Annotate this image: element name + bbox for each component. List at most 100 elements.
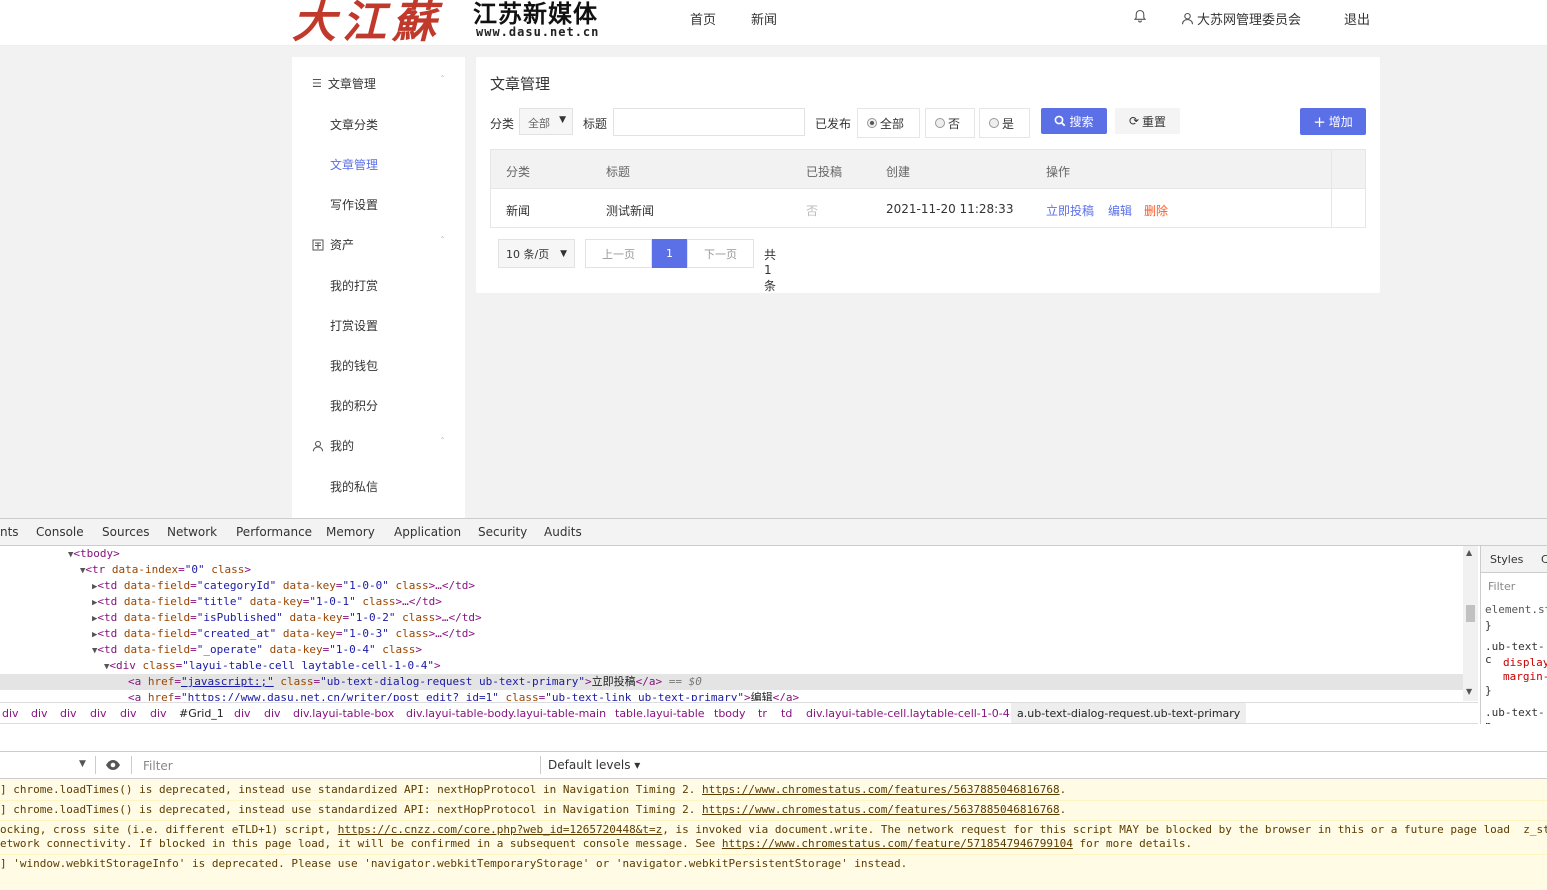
tab-sources[interactable]: Sources — [102, 525, 149, 539]
edit-link[interactable]: 编辑 — [1108, 202, 1132, 219]
user-menu[interactable]: 大苏网管理委员会 — [1181, 9, 1301, 28]
dom-node[interactable]: ▼<div class="layui-table-cell laytable-c… — [104, 658, 441, 674]
dom-node[interactable]: ▼<td data-field="_operate" data-key="1-0… — [92, 642, 422, 658]
elements-scrollbar[interactable]: ▲ ▼ — [1463, 546, 1478, 701]
refresh-icon: ⟳ — [1128, 114, 1140, 128]
breadcrumb-item[interactable]: div — [234, 707, 251, 720]
sidebar-item-my-points[interactable]: 我的积分 — [330, 397, 378, 414]
console-warning: ] chrome.loadTimes() is deprecated, inst… — [0, 803, 1547, 816]
breadcrumb-item[interactable]: #Grid_1 — [179, 707, 224, 720]
breadcrumb-item[interactable]: div — [150, 707, 167, 720]
category-select[interactable]: 全部 ▼ — [519, 108, 573, 135]
tab-security[interactable]: Security — [478, 525, 527, 539]
breadcrumb-item[interactable]: div — [120, 707, 137, 720]
styles-pane: Styles C Filter element.st } .ub-text-c … — [1480, 546, 1547, 724]
tab-styles[interactable]: Styles — [1490, 553, 1523, 566]
sidebar-item-article-category[interactable]: 文章分类 — [330, 116, 378, 133]
reset-button-label: 重置 — [1142, 114, 1167, 129]
breadcrumb-item[interactable]: div — [90, 707, 107, 720]
reset-button[interactable]: ⟳ 重置 — [1115, 108, 1180, 134]
breadcrumb-item[interactable]: div.layui-table-cell.laytable-cell-1-0-4 — [806, 707, 1010, 720]
sidebar-item-article-manage[interactable]: 文章管理 — [330, 156, 378, 173]
console-filter-input[interactable]: Filter — [143, 759, 173, 773]
user-icon — [312, 440, 324, 451]
column-header[interactable]: 标题 — [606, 163, 630, 180]
breadcrumb-item[interactable]: tbody — [714, 707, 746, 720]
breadcrumb-item[interactable]: div — [2, 707, 19, 720]
breadcrumb-item[interactable]: div.layui-table-body.layui-table-main — [406, 707, 606, 720]
styles-filter-input[interactable]: Filter — [1488, 580, 1515, 593]
breadcrumb-item[interactable]: td — [781, 707, 792, 720]
tab-network[interactable]: Network — [167, 525, 217, 539]
current-page[interactable]: 1 — [652, 239, 687, 268]
message-link[interactable]: https://www.chromestatus.com/features/56… — [702, 783, 1060, 796]
prev-page-button[interactable]: 上一页 — [585, 239, 652, 268]
sidebar-group-articles[interactable]: ☰ 文章管理 ˆ — [312, 75, 445, 92]
dom-node-selected[interactable]: <a href="javascript:;" class="ub-text-di… — [0, 674, 1463, 690]
dom-node[interactable]: <a href="https://www.dasu.net.cn/writer/… — [128, 690, 799, 701]
tab-application[interactable]: Application — [394, 525, 461, 539]
cell-submitted: 否 — [806, 204, 819, 218]
message-link[interactable]: https://www.chromestatus.com/features/56… — [702, 803, 1060, 816]
search-button[interactable]: 搜索 — [1041, 108, 1107, 134]
dom-node[interactable]: ▶<td data-field="title" data-key="1-0-1"… — [92, 594, 442, 610]
message-link[interactable]: https://c.cnzz.com/core.php?web_id=12657… — [338, 823, 663, 836]
sidebar-group-assets[interactable]: 资产 ˆ — [312, 236, 445, 253]
published-label: 已发布 — [815, 117, 852, 131]
column-header[interactable]: 创建 — [886, 163, 910, 180]
message-link[interactable]: https://www.chromestatus.com/feature/571… — [722, 837, 1073, 850]
breadcrumb-item[interactable]: div — [60, 707, 77, 720]
log-levels-dropdown[interactable]: Default levels ▾ — [548, 758, 640, 772]
tab-performance[interactable]: Performance — [236, 525, 312, 539]
breadcrumb-item[interactable]: div — [264, 707, 281, 720]
nav-news[interactable]: 新闻 — [751, 9, 777, 28]
sidebar-item-reward-settings[interactable]: 打赏设置 — [330, 317, 378, 334]
scroll-up-icon[interactable]: ▲ — [1466, 548, 1472, 557]
sidebar-item-my-messages[interactable]: 我的私信 — [330, 478, 378, 495]
tab-elements[interactable]: nts — [0, 525, 19, 539]
tab-audits[interactable]: Audits — [544, 525, 582, 539]
dom-node[interactable]: ▼<tr data-index="0" class> — [80, 562, 251, 578]
nav-home[interactable]: 首页 — [690, 9, 716, 28]
dom-node[interactable]: ▶<td data-field="isPublished" data-key="… — [92, 610, 482, 626]
bell-icon[interactable] — [1133, 9, 1147, 23]
style-rule-line: .ub-text-p — [1485, 706, 1545, 724]
sidebar-item-my-wallet[interactable]: 我的钱包 — [330, 357, 378, 374]
tab-memory[interactable]: Memory — [326, 525, 375, 539]
breadcrumb-item-current[interactable]: a.ub-text-dialog-request.ub-text-primary — [1011, 703, 1247, 723]
page-size-select[interactable]: 10 条/页 ▼ — [498, 239, 575, 268]
sidebar-item-writing-settings[interactable]: 写作设置 — [330, 196, 378, 213]
elements-tree[interactable]: ▼<tbody> ▼<tr data-index="0" class> ▶<td… — [0, 546, 1478, 701]
dom-node[interactable]: ▼<tbody> — [68, 546, 120, 562]
chevron-down-icon[interactable]: ▼ — [79, 759, 86, 769]
breadcrumb-item[interactable]: div — [31, 707, 48, 720]
tab-console[interactable]: Console — [36, 525, 84, 539]
title-input[interactable] — [613, 108, 805, 136]
scroll-thumb[interactable] — [1466, 605, 1475, 622]
eye-icon[interactable] — [105, 759, 121, 771]
published-radio-all[interactable]: 全部 — [857, 108, 920, 138]
tab-computed[interactable]: C — [1541, 553, 1547, 566]
published-radio-no[interactable]: 否 — [925, 108, 975, 138]
devtools-panel: nts Console Sources Network Performance … — [0, 518, 1547, 890]
dom-node[interactable]: ▶<td data-field="categoryId" data-key="1… — [92, 578, 475, 594]
breadcrumb-item[interactable]: div.layui-table-box — [293, 707, 394, 720]
sidebar-item-my-rewards[interactable]: 我的打赏 — [330, 277, 378, 294]
breadcrumb-item[interactable]: tr — [758, 707, 767, 720]
next-page-button[interactable]: 下一页 — [687, 239, 754, 268]
radio-unchecked-icon — [989, 118, 999, 128]
site-logo[interactable]: 大江蘇 — [292, 0, 442, 50]
dom-node[interactable]: ▶<td data-field="created_at" data-key="1… — [92, 626, 475, 642]
column-header[interactable]: 操作 — [1046, 163, 1070, 180]
sidebar-group-mine[interactable]: 我的 ˆ — [312, 437, 445, 454]
delete-link[interactable]: 删除 — [1144, 202, 1168, 219]
add-button[interactable]: + 增加 — [1300, 108, 1366, 135]
submit-now-link[interactable]: 立即投稿 — [1046, 202, 1094, 219]
scroll-down-icon[interactable]: ▼ — [1466, 687, 1472, 696]
column-header[interactable]: 已投稿 — [806, 163, 842, 180]
logout-link[interactable]: 退出 — [1344, 9, 1370, 28]
published-radio-yes[interactable]: 是 — [979, 108, 1030, 138]
console-toolbar: ▼ Filter Default levels ▾ — [0, 751, 1547, 779]
breadcrumb-item[interactable]: table.layui-table — [615, 707, 705, 720]
column-header[interactable]: 分类 — [506, 163, 530, 180]
